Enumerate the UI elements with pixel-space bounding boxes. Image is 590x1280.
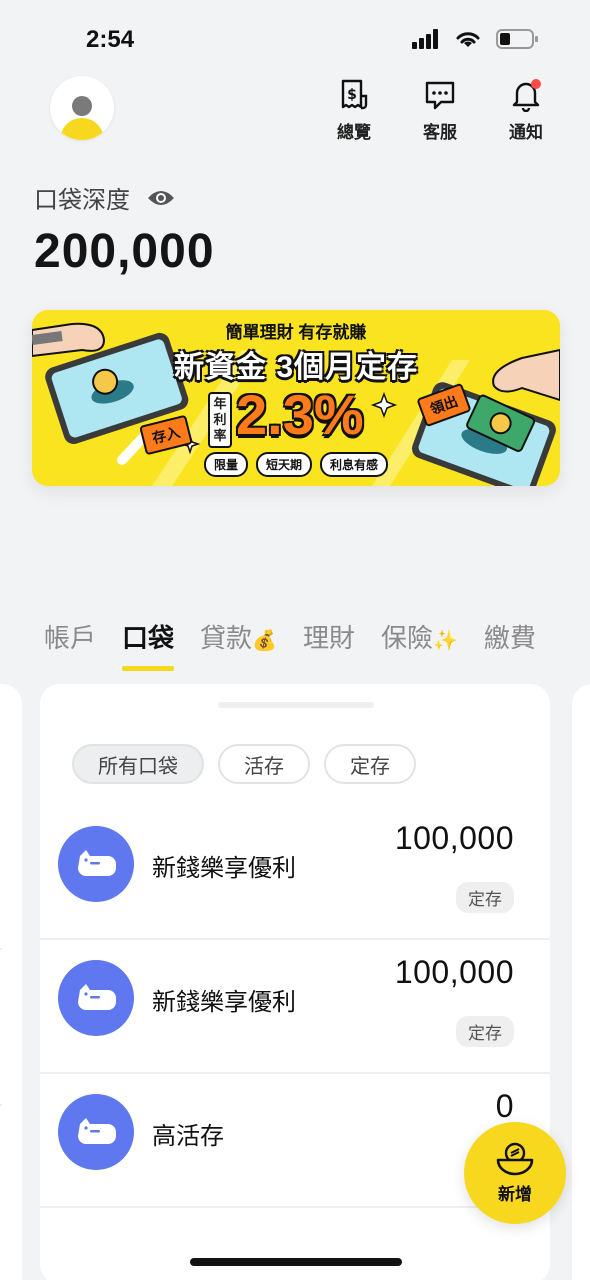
sparkles-icon: ✨ xyxy=(432,630,458,652)
home-indicator[interactable] xyxy=(190,1258,402,1266)
pocket-row[interactable]: 新錢樂享優利 100,000 定存 xyxy=(40,940,550,1074)
chat-bubble-icon xyxy=(425,81,455,110)
status-time: 2:54 xyxy=(86,26,135,53)
overview-label: 總覽 xyxy=(337,123,371,142)
pocket-name: 新錢樂享優利 xyxy=(152,855,296,882)
promo-banner[interactable]: 簡單理財 有存就賺 新資金 3個月定存 年利率 2.3% 限量 短天期 利息有感… xyxy=(32,310,560,486)
add-pocket-label: 新增 xyxy=(498,1184,532,1204)
notifications-label: 通知 xyxy=(509,123,543,142)
battery-icon xyxy=(496,29,538,49)
tab-payments[interactable]: 繳費 xyxy=(484,618,536,655)
banner-title: 簡單理財 有存就賺 xyxy=(225,323,367,342)
wifi-icon xyxy=(456,32,480,47)
tab-accounts[interactable]: 帳戶 xyxy=(44,618,96,655)
money-bag-icon: 💰 xyxy=(252,630,277,652)
tab-label: 理財 xyxy=(302,623,355,653)
balance-amount: 200,000 xyxy=(34,225,215,278)
pocket-amount: 100,000 xyxy=(394,954,514,990)
pocket-amount: 0 xyxy=(495,1088,514,1124)
banner-chip: 利息有感 xyxy=(320,452,389,477)
receipt-dollar-icon: $ xyxy=(341,79,368,110)
banner-chips: 限量 短天期 利息有感 xyxy=(204,452,389,477)
tab-label: 保險 xyxy=(380,623,433,653)
banner-rate: 2.3% xyxy=(236,383,364,446)
top-actions: $ 總覽 客服 通知 xyxy=(330,78,550,143)
tab-loans[interactable]: 貸款💰 xyxy=(200,618,277,655)
status-icons xyxy=(412,28,540,50)
pocket-type-badge: 定存 xyxy=(456,882,514,913)
divider xyxy=(0,948,2,950)
pocket-name: 高活存 xyxy=(152,1123,224,1150)
piggy-bank-icon xyxy=(58,826,134,902)
banner-headline: 新資金 3個月定存 xyxy=(173,351,419,384)
pocket-type-badge: 定存 xyxy=(456,1016,514,1047)
balance-label-row: 口袋深度 xyxy=(34,180,176,215)
tab-insurance[interactable]: 保險✨ xyxy=(381,618,458,655)
filter-all-pockets[interactable]: 所有口袋 xyxy=(72,744,204,784)
notification-dot xyxy=(531,79,541,89)
pocket-row[interactable]: 新錢樂享優利 100,000 定存 xyxy=(40,806,550,940)
status-bar: 2:54 xyxy=(0,0,590,72)
coin-pot-icon xyxy=(496,1142,534,1175)
svg-text:$: $ xyxy=(347,87,357,103)
piggy-bank-icon xyxy=(58,1094,134,1170)
piggy-bank-icon xyxy=(58,960,134,1036)
bell-icon xyxy=(512,79,541,112)
eye-icon[interactable] xyxy=(146,188,176,208)
tab-label: 繳費 xyxy=(483,623,536,653)
add-pocket-button[interactable]: 新增 xyxy=(464,1122,566,1224)
tab-investment[interactable]: 理財 xyxy=(303,618,355,655)
banner-rate-label: 年利率 xyxy=(208,392,232,448)
overview-button[interactable]: $ 總覽 xyxy=(330,78,378,143)
filter-demand-deposit[interactable]: 活存 xyxy=(218,744,310,784)
customer-service-label: 客服 xyxy=(423,123,457,142)
adjacent-card-right[interactable] xyxy=(572,684,590,1280)
pocket-filters: 所有口袋 活存 定存 xyxy=(72,744,416,784)
cellular-signal-icon xyxy=(412,29,438,49)
balance-label: 口袋深度 xyxy=(34,187,130,214)
category-tabs: 帳戶 口袋 貸款💰 理財 保險✨ 繳費 xyxy=(44,618,562,671)
banner-chip: 短天期 xyxy=(256,452,313,477)
adjacent-card-left[interactable] xyxy=(0,684,22,1280)
pocket-name: 新錢樂享優利 xyxy=(152,989,296,1016)
tab-pockets[interactable]: 口袋 xyxy=(122,618,175,671)
filter-time-deposit[interactable]: 定存 xyxy=(324,744,416,784)
avatar-body xyxy=(60,118,104,140)
banner-chip: 限量 xyxy=(204,452,249,477)
avatar[interactable] xyxy=(50,76,114,140)
avatar-head xyxy=(72,96,92,116)
divider xyxy=(0,1104,2,1106)
tab-label: 貸款 xyxy=(200,623,253,653)
notifications-button[interactable]: 通知 xyxy=(502,78,550,143)
tab-label: 帳戶 xyxy=(44,623,97,653)
drag-handle[interactable] xyxy=(218,702,374,708)
pocket-amount: 100,000 xyxy=(394,820,514,856)
tab-label: 口袋 xyxy=(122,623,175,653)
customer-service-button[interactable]: 客服 xyxy=(416,78,464,143)
